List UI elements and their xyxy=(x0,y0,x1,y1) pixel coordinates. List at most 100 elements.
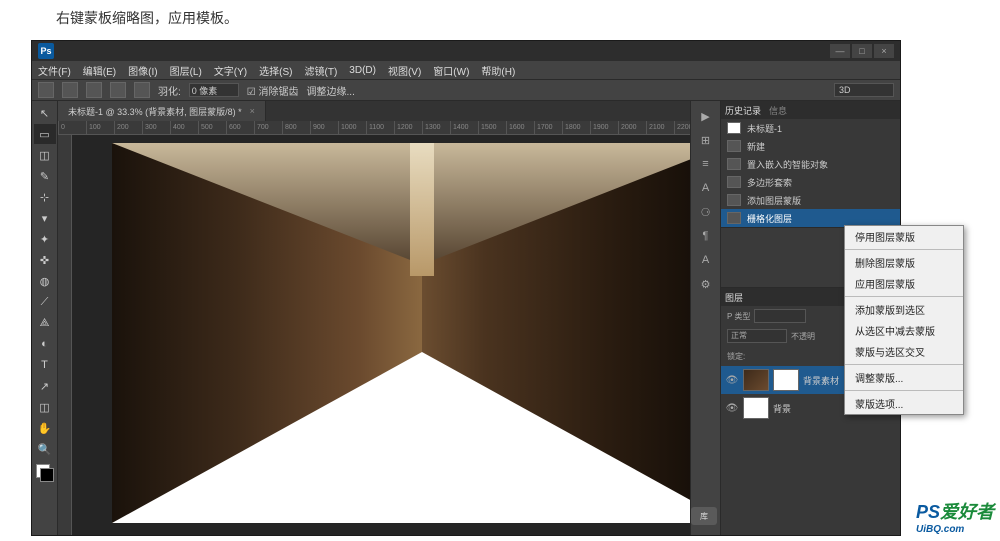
ruler-tick: 1500 xyxy=(478,121,506,134)
workspace-switcher[interactable]: 3D xyxy=(834,83,894,97)
context-menu-item[interactable]: 应用图层蒙版 xyxy=(845,273,963,294)
lock-label: 锁定: xyxy=(727,351,745,362)
panel-icon-2[interactable]: ≡ xyxy=(695,153,717,175)
canvas[interactable] xyxy=(72,135,690,535)
tab-info[interactable]: 信息 xyxy=(769,104,787,117)
feather-input[interactable] xyxy=(189,83,239,97)
panel-icon-7[interactable]: ⚙ xyxy=(695,273,717,295)
panel-icon-1[interactable]: ⊞ xyxy=(695,129,717,151)
tool-7[interactable]: ✜ xyxy=(34,250,56,270)
layer-thumbnail[interactable] xyxy=(743,369,769,391)
selection-sub-icon[interactable] xyxy=(110,82,126,98)
tool-11[interactable]: ◐ xyxy=(34,334,56,354)
history-icon xyxy=(727,212,741,224)
ruler-tick: 400 xyxy=(170,121,198,134)
panel-icon-3[interactable]: A xyxy=(695,177,717,199)
context-menu-item[interactable]: 删除图层蒙版 xyxy=(845,252,963,273)
feather-label: 羽化: xyxy=(158,83,181,98)
close-tab-icon[interactable]: × xyxy=(250,106,255,116)
color-swatch[interactable] xyxy=(36,464,54,482)
tool-4[interactable]: ⊹ xyxy=(34,187,56,207)
panel-icon-5[interactable]: ¶ xyxy=(695,225,717,247)
tool-15[interactable]: ✋ xyxy=(34,418,56,438)
history-icon xyxy=(727,176,741,188)
document[interactable] xyxy=(112,143,690,523)
context-menu-item[interactable]: 从选区中减去蒙版 xyxy=(845,320,963,341)
tool-5[interactable]: ▾ xyxy=(34,208,56,228)
document-tab-label: 未标题-1 @ 33.3% (背景素材, 图层蒙版/8) * xyxy=(68,105,242,118)
history-item[interactable]: 未标题-1 xyxy=(721,119,900,137)
history-item[interactable]: 置入嵌入的智能对象 xyxy=(721,155,900,173)
tool-12[interactable]: T xyxy=(34,355,56,375)
filter-type-dropdown[interactable] xyxy=(754,309,806,323)
menu-y[interactable]: 文字(Y) xyxy=(214,63,247,78)
history-label: 未标题-1 xyxy=(747,122,782,135)
ruler-tick: 100 xyxy=(86,121,114,134)
menu-l[interactable]: 图层(L) xyxy=(170,63,202,78)
ruler-tick: 1600 xyxy=(506,121,534,134)
ruler-tick: 1100 xyxy=(366,121,394,134)
tab-layers[interactable]: 图层 xyxy=(725,291,743,304)
tool-9[interactable]: ⟋ xyxy=(34,292,56,312)
tool-6[interactable]: ✦ xyxy=(34,229,56,249)
visibility-icon[interactable]: 👁 xyxy=(725,401,739,415)
selection-mode-icon[interactable] xyxy=(62,82,78,98)
selection-int-icon[interactable] xyxy=(134,82,150,98)
menu-h[interactable]: 帮助(H) xyxy=(481,63,515,78)
selection-add-icon[interactable] xyxy=(86,82,102,98)
menu-dd[interactable]: 3D(D) xyxy=(349,65,376,76)
tool-13[interactable]: ↗ xyxy=(34,376,56,396)
tool-1[interactable]: ▭ xyxy=(34,124,56,144)
tool-preset-icon[interactable] xyxy=(38,82,54,98)
ruler-tick: 800 xyxy=(282,121,310,134)
menu-t[interactable]: 滤镜(T) xyxy=(305,63,338,78)
menu-s[interactable]: 选择(S) xyxy=(259,63,292,78)
panel-icon-4[interactable]: ⚆ xyxy=(695,201,717,223)
ruler-tick: 1000 xyxy=(338,121,366,134)
menu-f[interactable]: 文件(F) xyxy=(38,63,71,78)
context-menu-item[interactable]: 调整蒙版... xyxy=(845,367,963,388)
history-item[interactable]: 添加图层蒙版 xyxy=(721,191,900,209)
context-menu-item[interactable]: 添加蒙版到选区 xyxy=(845,299,963,320)
history-item[interactable]: 新建 xyxy=(721,137,900,155)
tool-0[interactable]: ↖ xyxy=(34,103,56,123)
ruler-tick: 2100 xyxy=(646,121,674,134)
tool-3[interactable]: ✎ xyxy=(34,166,56,186)
ruler-tick: 1200 xyxy=(394,121,422,134)
menu-v[interactable]: 视图(V) xyxy=(388,63,421,78)
history-icon xyxy=(727,158,741,170)
tool-10[interactable]: ⟁ xyxy=(34,313,56,333)
tool-2[interactable]: ◫ xyxy=(34,145,56,165)
panel-icon-0[interactable]: ▶ xyxy=(695,105,717,127)
context-menu-item[interactable]: 蒙版选项... xyxy=(845,393,963,414)
minimize-button[interactable]: — xyxy=(830,44,850,58)
mask-thumbnail[interactable] xyxy=(773,369,799,391)
antialias-checkbox[interactable]: ☑ 消除锯齿 xyxy=(247,83,299,98)
menu-w[interactable]: 窗口(W) xyxy=(433,63,469,78)
menu-e[interactable]: 编辑(E) xyxy=(83,63,116,78)
close-button[interactable]: × xyxy=(874,44,894,58)
tool-14[interactable]: ◫ xyxy=(34,397,56,417)
tab-history[interactable]: 历史记录 xyxy=(725,104,761,117)
options-bar: 羽化: ☑ 消除锯齿 调整边缘... 3D xyxy=(32,79,900,101)
maximize-button[interactable]: □ xyxy=(852,44,872,58)
ps-logo-icon: Ps xyxy=(38,43,54,59)
panel-icon-6[interactable]: A xyxy=(695,249,717,271)
tool-8[interactable]: ◍ xyxy=(34,271,56,291)
blend-mode-dropdown[interactable]: 正常 xyxy=(727,329,787,343)
ruler-tick: 200 xyxy=(114,121,142,134)
titlebar: Ps — □ × xyxy=(32,41,900,61)
document-tab[interactable]: 未标题-1 @ 33.3% (背景素材, 图层蒙版/8) * × xyxy=(58,101,266,121)
mask-context-menu: 停用图层蒙版删除图层蒙版应用图层蒙版添加蒙版到选区从选区中减去蒙版蒙版与选区交叉… xyxy=(844,225,964,415)
layer-thumbnail[interactable] xyxy=(743,397,769,419)
history-label: 栅格化图层 xyxy=(747,212,792,225)
tool-16[interactable]: 🔍 xyxy=(34,439,56,459)
refine-edge-button[interactable]: 调整边缘... xyxy=(307,83,355,98)
libraries-button[interactable]: 库 xyxy=(691,507,717,525)
menu-i[interactable]: 图像(I) xyxy=(128,63,157,78)
visibility-icon[interactable]: 👁 xyxy=(725,373,739,387)
context-menu-item[interactable]: 蒙版与选区交叉 xyxy=(845,341,963,362)
watermark: PS爱好者 UiBQ.com xyxy=(916,498,994,535)
history-item[interactable]: 多边形套索 xyxy=(721,173,900,191)
context-menu-item[interactable]: 停用图层蒙版 xyxy=(845,226,963,247)
